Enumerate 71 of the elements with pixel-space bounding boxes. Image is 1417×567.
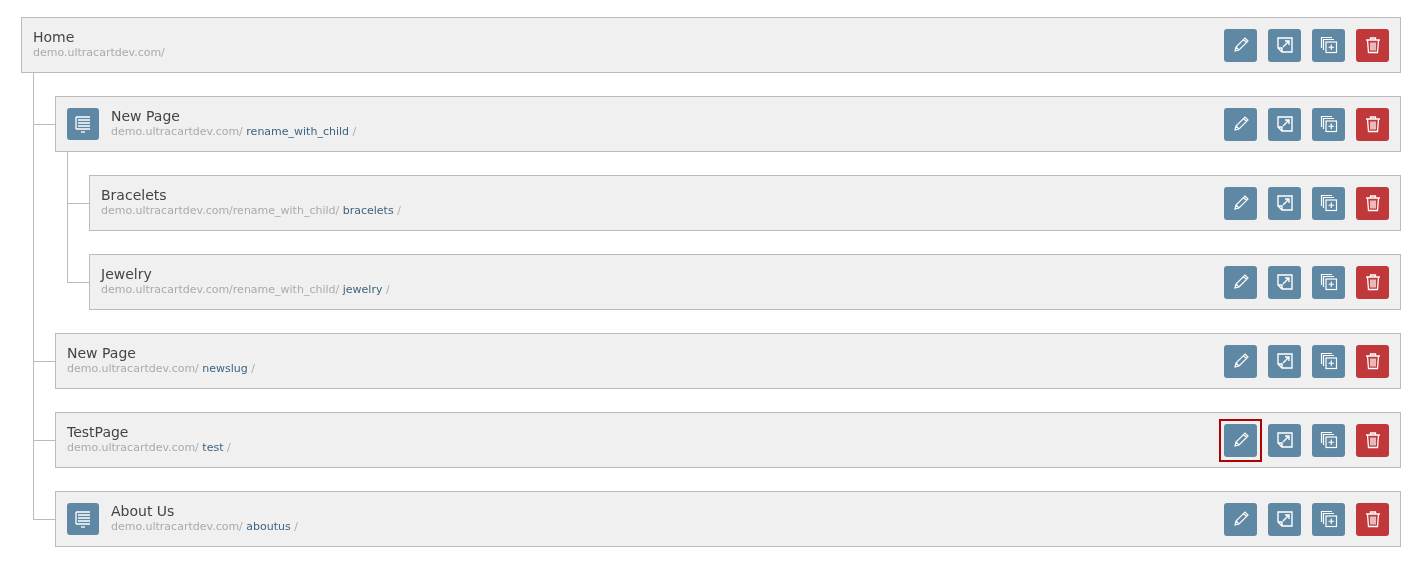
pencil-icon	[1231, 115, 1250, 133]
duplicate-button[interactable]	[1312, 107, 1345, 141]
page-url: demo.ultracartdev.com/	[33, 45, 166, 59]
duplicate-button[interactable]	[1312, 502, 1345, 536]
copy-icon	[1319, 352, 1338, 370]
trash-icon	[1363, 352, 1382, 370]
pencil-icon	[1231, 510, 1250, 528]
trash-icon	[1363, 273, 1382, 291]
copy-icon	[1319, 36, 1338, 54]
duplicate-button[interactable]	[1312, 423, 1345, 457]
open-button[interactable]	[1268, 344, 1301, 378]
expand-icon	[1275, 36, 1294, 54]
pencil-icon	[1231, 273, 1250, 291]
delete-button[interactable]	[1356, 344, 1389, 378]
trash-icon	[1363, 194, 1382, 212]
trash-icon	[1363, 510, 1382, 528]
duplicate-button[interactable]	[1312, 186, 1345, 220]
delete-button[interactable]	[1356, 502, 1389, 536]
duplicate-button[interactable]	[1312, 265, 1345, 299]
expand-icon	[1275, 273, 1294, 291]
expand-icon	[1275, 115, 1294, 133]
page-title: New Page	[111, 107, 181, 124]
edit-button[interactable]	[1224, 186, 1257, 220]
expand-icon	[1275, 510, 1294, 528]
page-url: demo.ultracartdev.com/rename_with_child/ jewelry /	[101, 282, 391, 296]
pencil-icon	[1231, 431, 1250, 449]
expand-icon	[1275, 431, 1294, 449]
page-title: TestPage	[67, 423, 130, 440]
page-title: Home	[33, 28, 76, 45]
duplicate-button[interactable]	[1312, 344, 1345, 378]
expand-icon	[1275, 194, 1294, 212]
page-title: New Page	[67, 344, 137, 361]
delete-button[interactable]	[1356, 107, 1389, 141]
trash-icon	[1363, 115, 1382, 133]
trash-icon	[1363, 431, 1382, 449]
copy-icon	[1319, 273, 1338, 291]
pencil-icon	[1231, 194, 1250, 212]
page-url: demo.ultracartdev.com/ test /	[67, 440, 232, 454]
copy-icon	[1319, 510, 1338, 528]
page-title: Jewelry	[101, 265, 153, 282]
pencil-icon	[1231, 36, 1250, 54]
page-title: About Us	[111, 502, 176, 519]
delete-button[interactable]	[1356, 28, 1389, 62]
copy-icon	[1319, 194, 1338, 212]
open-button[interactable]	[1268, 502, 1301, 536]
edit-button[interactable]	[1224, 502, 1257, 536]
page-url: demo.ultracartdev.com/ newslug /	[67, 361, 257, 375]
list-icon	[67, 503, 99, 535]
trash-icon	[1363, 36, 1382, 54]
page-url: demo.ultracartdev.com/ rename_with_child /	[111, 124, 358, 138]
page-title: Bracelets	[101, 186, 168, 203]
open-button[interactable]	[1268, 423, 1301, 457]
page-url: demo.ultracartdev.com/rename_with_child/ bracelets /	[101, 203, 402, 217]
edit-button[interactable]	[1224, 265, 1257, 299]
list-icon	[67, 108, 99, 140]
pencil-icon	[1231, 352, 1250, 370]
open-button[interactable]	[1268, 186, 1301, 220]
open-button[interactable]	[1268, 265, 1301, 299]
open-button[interactable]	[1268, 107, 1301, 141]
edit-button[interactable]	[1224, 344, 1257, 378]
copy-icon	[1319, 115, 1338, 133]
delete-button[interactable]	[1356, 186, 1389, 220]
edit-button[interactable]	[1224, 28, 1257, 62]
delete-button[interactable]	[1356, 265, 1389, 299]
edit-button[interactable]	[1224, 107, 1257, 141]
delete-button[interactable]	[1356, 423, 1389, 457]
copy-icon	[1319, 431, 1338, 449]
page-url: demo.ultracartdev.com/ aboutus /	[111, 519, 299, 533]
expand-icon	[1275, 352, 1294, 370]
duplicate-button[interactable]	[1312, 28, 1345, 62]
open-button[interactable]	[1268, 28, 1301, 62]
